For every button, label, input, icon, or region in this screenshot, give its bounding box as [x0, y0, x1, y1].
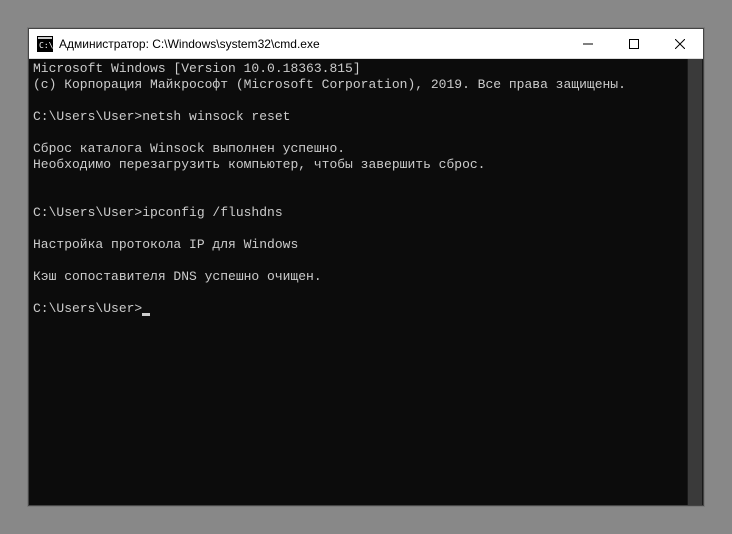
terminal-prompt: C:\Users\User>: [33, 301, 142, 316]
scrollbar-thumb[interactable]: [688, 59, 702, 505]
window-title: Администратор: C:\Windows\system32\cmd.e…: [59, 37, 565, 51]
terminal-line: Сброс каталога Winsock выполнен успешно.: [33, 141, 683, 157]
terminal-line: C:\Users\User>netsh winsock reset: [33, 109, 683, 125]
terminal-line: [33, 285, 683, 301]
titlebar[interactable]: C:\ Администратор: C:\Windows\system32\c…: [29, 29, 703, 59]
terminal-prompt-line[interactable]: C:\Users\User>: [33, 301, 683, 317]
terminal-line: [33, 189, 683, 205]
minimize-button[interactable]: [565, 29, 611, 58]
window-controls: [565, 29, 703, 58]
cmd-window: C:\ Администратор: C:\Windows\system32\c…: [28, 28, 704, 506]
terminal-area: Microsoft Windows [Version 10.0.18363.81…: [29, 59, 703, 505]
terminal-cursor: [142, 313, 150, 316]
terminal-line: Microsoft Windows [Version 10.0.18363.81…: [33, 61, 683, 77]
terminal-line: Кэш сопоставителя DNS успешно очищен.: [33, 269, 683, 285]
terminal-line: [33, 173, 683, 189]
scrollbar[interactable]: [687, 59, 703, 505]
terminal-line: [33, 125, 683, 141]
terminal-line: Настройка протокола IP для Windows: [33, 237, 683, 253]
terminal-line: (c) Корпорация Майкрософт (Microsoft Cor…: [33, 77, 683, 93]
close-button[interactable]: [657, 29, 703, 58]
terminal-line: [33, 93, 683, 109]
cmd-icon: C:\: [37, 36, 53, 52]
terminal-line: [33, 253, 683, 269]
terminal-line: C:\Users\User>ipconfig /flushdns: [33, 205, 683, 221]
terminal-output[interactable]: Microsoft Windows [Version 10.0.18363.81…: [29, 59, 687, 505]
maximize-button[interactable]: [611, 29, 657, 58]
svg-text:C:\: C:\: [39, 41, 53, 50]
terminal-line: Необходимо перезагрузить компьютер, чтоб…: [33, 157, 683, 173]
terminal-line: [33, 221, 683, 237]
